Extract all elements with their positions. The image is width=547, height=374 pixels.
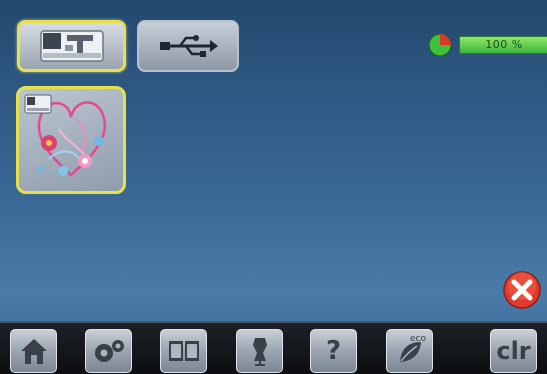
memory-pie-icon	[428, 33, 452, 57]
bottom-toolbar: ? eco clr	[0, 321, 547, 374]
setup-button[interactable]	[85, 329, 132, 373]
help-button[interactable]: ?	[310, 329, 357, 373]
usb-icon	[160, 35, 218, 57]
memory-indicator: 100 %	[428, 33, 547, 57]
usb-stick-tab[interactable]	[137, 20, 239, 72]
design-thumbnail-art	[24, 94, 106, 177]
home-icon	[20, 339, 47, 364]
close-icon	[503, 271, 541, 309]
eco-button[interactable]: eco	[386, 329, 433, 373]
tutorial-button[interactable]	[160, 329, 207, 373]
clr-icon: clr	[496, 337, 531, 365]
eco-label: eco	[410, 334, 426, 344]
dress-form-icon	[252, 338, 267, 366]
embroidery-machine-icon	[39, 30, 104, 62]
machine-memory-tab[interactable]	[17, 20, 126, 72]
close-button[interactable]	[502, 270, 542, 310]
clear-button[interactable]: clr	[490, 329, 537, 373]
embroidery-screen: 100 % ? eco clr	[0, 0, 547, 374]
design-thumbnail[interactable]	[16, 86, 126, 194]
book-icon	[168, 341, 199, 361]
memory-usage-bar: 100 %	[459, 36, 547, 54]
question-icon: ?	[325, 336, 342, 366]
consultant-button[interactable]	[236, 329, 283, 373]
home-button[interactable]	[10, 329, 57, 373]
gears-icon	[94, 340, 124, 362]
